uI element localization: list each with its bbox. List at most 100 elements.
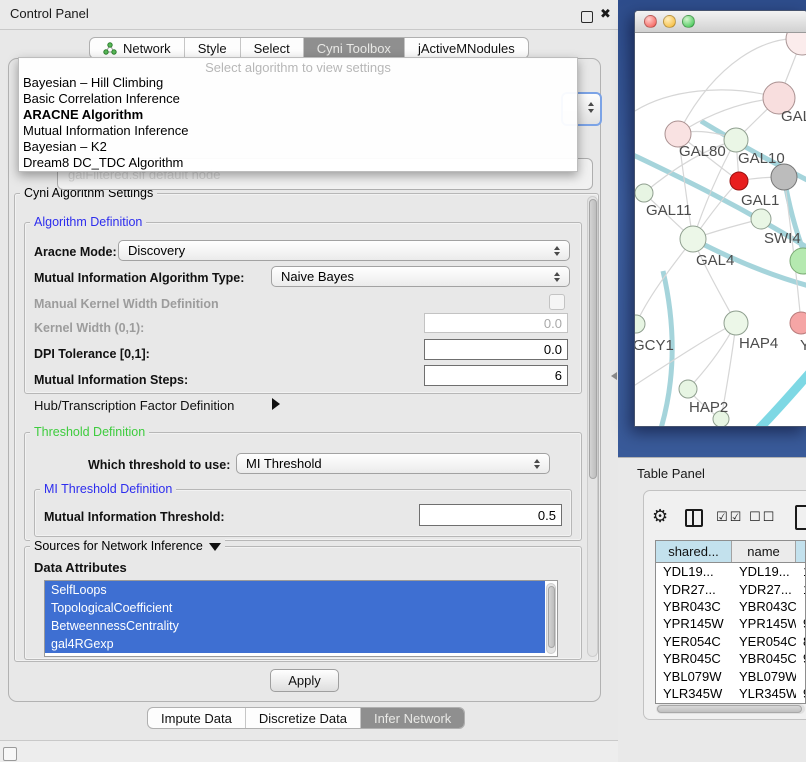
table-row[interactable]: YPR145WYPR145W9. xyxy=(656,615,805,632)
attributes-scrollbar-thumb[interactable] xyxy=(548,586,555,648)
network-node-red-node[interactable] xyxy=(730,172,748,190)
mi-steps-field[interactable]: 6 xyxy=(424,365,568,386)
zoom-traffic-light-icon[interactable] xyxy=(682,15,695,28)
dpi-tolerance-field[interactable]: 0.0 xyxy=(424,339,568,360)
table-row[interactable]: YLR345WYLR345W9. xyxy=(656,685,805,702)
dpi-tolerance-label: DPI Tolerance [0,1]: xyxy=(34,347,150,361)
data-attribute-item-betweennesscentrality[interactable]: BetweennessCentrality xyxy=(45,617,545,635)
hub-definition-label[interactable]: Hub/Transcription Factor Definition xyxy=(34,398,234,413)
settings-scrollbar-track[interactable] xyxy=(587,196,598,657)
column-header-name[interactable]: name xyxy=(732,541,796,562)
table-row[interactable]: YBR045CYBR045C9. xyxy=(656,650,805,667)
algorithm-option-mutual-information-inference[interactable]: Mutual Information Inference xyxy=(19,123,577,139)
table-header-row: shared...nameA xyxy=(656,541,805,563)
float-window-icon[interactable] xyxy=(581,11,593,23)
table-hscrollbar-thumb[interactable] xyxy=(657,705,802,713)
network-canvas[interactable]: GALGAL80GAL10GAL1GAL11SWI4GAL4GCY1HAP4YH… xyxy=(635,33,806,426)
attributes-scrollbar-track[interactable] xyxy=(546,583,556,654)
network-edge[interactable] xyxy=(635,323,736,389)
settings-scrollbar-thumb[interactable] xyxy=(589,199,597,479)
close-icon[interactable]: ✖ xyxy=(600,6,611,22)
control-panel-window: Control Panel ✖ NetworkStyleSelectCyni T… xyxy=(0,0,619,740)
gear-icon[interactable]: ⚙ xyxy=(652,506,668,527)
tab-impute-data[interactable]: Impute Data xyxy=(148,708,245,728)
collapsed-panel-icon[interactable] xyxy=(3,747,17,761)
column-header-a[interactable]: A xyxy=(796,541,806,562)
document-icon[interactable] xyxy=(795,505,806,530)
tab-label: Discretize Data xyxy=(259,711,347,726)
table-row[interactable]: YER054CYER054C8. xyxy=(656,633,805,650)
data-attribute-item-gal4rgexp[interactable]: gal4RGexp xyxy=(45,635,545,653)
network-node-hap2[interactable] xyxy=(679,380,697,398)
manual-kernel-width-label: Manual Kernel Width Definition xyxy=(34,297,219,311)
network-node-hap4[interactable] xyxy=(724,311,748,335)
close-traffic-light-icon[interactable] xyxy=(644,15,657,28)
tab-infer-network[interactable]: Infer Network xyxy=(360,708,464,728)
network-node-gal10[interactable] xyxy=(724,128,748,152)
column-header-shared[interactable]: shared... xyxy=(656,541,732,562)
hub-expand-arrow-icon[interactable] xyxy=(272,398,280,410)
tab-network[interactable]: Network xyxy=(90,38,184,58)
data-attributes-list[interactable]: SelfLoopsTopologicalCoefficientBetweenne… xyxy=(44,580,558,657)
tab-select[interactable]: Select xyxy=(240,38,303,58)
tab-cyni-toolbox[interactable]: Cyni Toolbox xyxy=(303,38,404,58)
combo-up-arrow-icon xyxy=(554,272,560,276)
table-cell: YLR345W xyxy=(656,686,732,701)
network-window-titlebar[interactable] xyxy=(635,11,806,33)
table-row[interactable]: YBR043CYBR043C xyxy=(656,598,805,615)
tab-discretize-data[interactable]: Discretize Data xyxy=(245,708,360,728)
tab-label: Network xyxy=(123,41,171,56)
apply-button-label: Apply xyxy=(288,673,321,688)
minimize-traffic-light-icon[interactable] xyxy=(663,15,676,28)
bottom-tabbar: Impute Data Discretize Data Infer Network xyxy=(147,707,465,729)
combo-down-arrow-icon xyxy=(588,109,594,113)
column-layout-icon[interactable] xyxy=(685,509,703,527)
sources-legend-text: Sources for Network Inference xyxy=(34,539,203,553)
mi-threshold-value: 0.5 xyxy=(538,508,556,523)
table-cell: YBR045C xyxy=(656,651,732,666)
apply-button[interactable]: Apply xyxy=(270,669,339,692)
network-node-gal4[interactable] xyxy=(680,226,706,252)
node-attribute-table[interactable]: shared...nameA YDL19...YDL19...13YDR27..… xyxy=(655,540,806,704)
aracne-mode-combobox[interactable]: Discovery xyxy=(118,240,570,261)
kernel-width-field[interactable]: 0.0 xyxy=(424,313,568,333)
algorithm-option-aracne-algorithm[interactable]: ARACNE Algorithm xyxy=(19,107,577,123)
select-all-checkboxes-icon[interactable]: ☑☑ xyxy=(716,510,743,525)
which-threshold-label: Which threshold to use: xyxy=(88,458,230,472)
table-row[interactable]: YDR27...YDR27...12 xyxy=(656,580,805,597)
table-row[interactable]: YDL19...YDL19...13 xyxy=(656,563,805,580)
panel-divider-arrow-icon[interactable] xyxy=(611,372,617,380)
kernel-width-value: 0.0 xyxy=(544,316,562,331)
tab-jactivemnodules[interactable]: jActiveMNodules xyxy=(404,38,528,58)
network-node-right-green[interactable] xyxy=(790,248,806,274)
algorithm-option-bayesian-hill-climbing[interactable]: Bayesian – Hill Climbing xyxy=(19,75,577,91)
algorithm-option-bayesian-k2[interactable]: Bayesian – K2 xyxy=(19,139,577,155)
network-edge[interactable] xyxy=(635,90,779,115)
data-attribute-item-selfloops[interactable]: SelfLoops xyxy=(45,581,545,599)
network-node-gray-node[interactable] xyxy=(771,164,797,190)
network-node-label-gcy1: GCY1 xyxy=(635,337,674,354)
table-row[interactable]: YBL079WYBL079W xyxy=(656,667,805,684)
network-node-pink-right[interactable] xyxy=(790,312,806,334)
mi-threshold-field[interactable]: 0.5 xyxy=(419,504,562,526)
deselect-all-checkboxes-icon[interactable]: ☐☐ xyxy=(749,510,776,525)
algorithm-option-dream8-dc-tdc-algorithm[interactable]: Dream8 DC_TDC Algorithm xyxy=(19,155,577,171)
network-node-gal1[interactable] xyxy=(751,209,771,229)
network-node-gcy1[interactable] xyxy=(635,315,645,333)
table-cell: 12 xyxy=(796,582,805,597)
network-node-gal11[interactable] xyxy=(635,184,653,202)
aracne-mode-value: Discovery xyxy=(119,243,550,258)
network-node-top-right[interactable] xyxy=(786,33,806,55)
algorithm-definition-legend: Algorithm Definition xyxy=(30,215,146,229)
network-edge[interactable] xyxy=(751,367,806,426)
algorithm-option-basic-correlation-inference[interactable]: Basic Correlation Inference xyxy=(19,91,577,107)
network-node-label-gal4: GAL4 xyxy=(696,252,734,269)
network-node-label-swi4: SWI4 xyxy=(764,230,801,247)
sources-collapse-arrow-icon[interactable] xyxy=(209,543,221,551)
table-hscrollbar-track[interactable] xyxy=(656,704,805,714)
mi-algorithm-type-combobox[interactable]: Naive Bayes xyxy=(271,266,570,287)
tab-style[interactable]: Style xyxy=(184,38,240,58)
data-attribute-item-topologicalcoefficient[interactable]: TopologicalCoefficient xyxy=(45,599,545,617)
manual-kernel-width-checkbox[interactable] xyxy=(549,294,565,310)
which-threshold-combobox[interactable]: MI Threshold xyxy=(236,453,550,474)
